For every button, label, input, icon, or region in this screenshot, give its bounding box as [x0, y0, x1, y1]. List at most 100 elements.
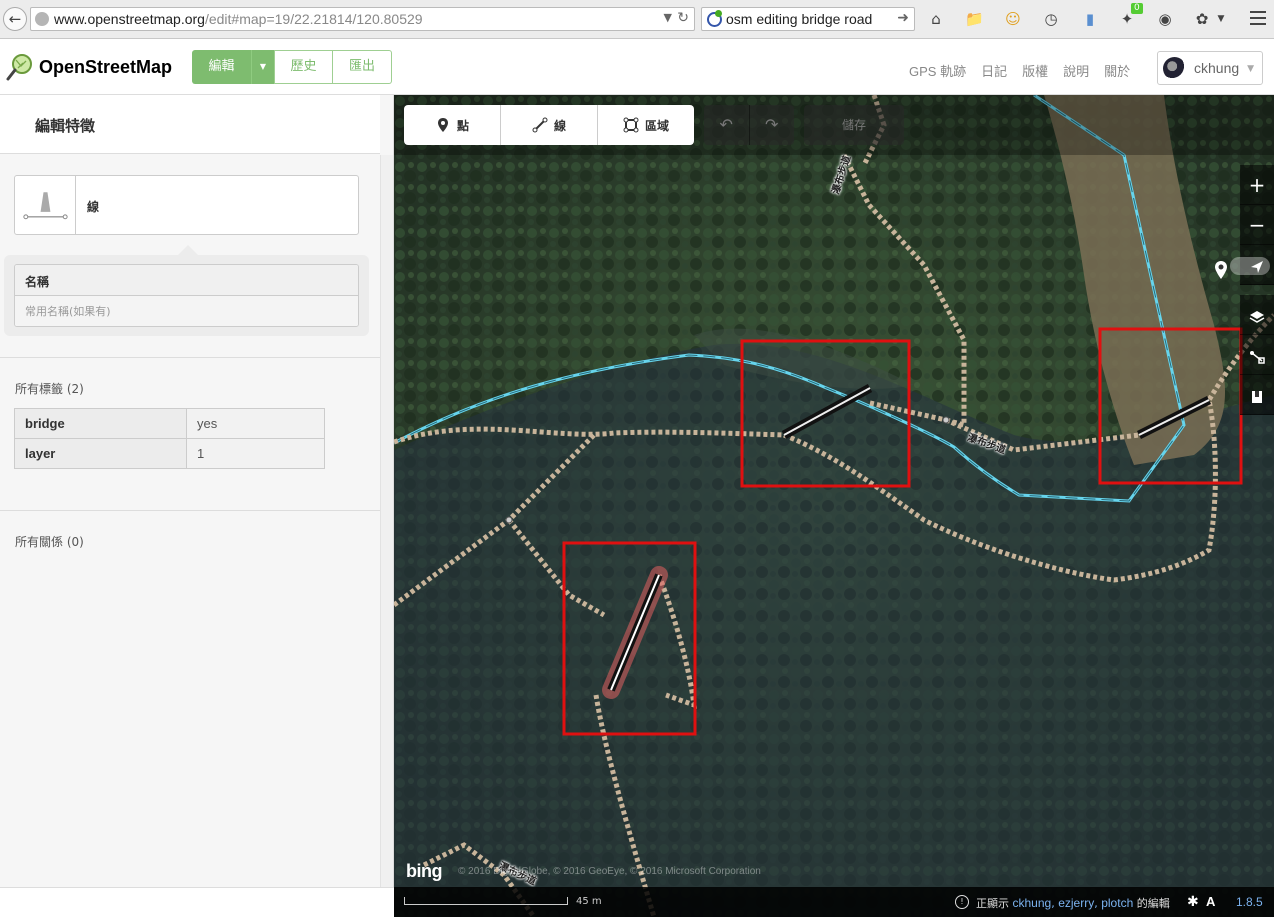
map-data-icon[interactable] — [1240, 335, 1274, 375]
add-point-button[interactable]: 點 — [404, 105, 501, 145]
edit-button[interactable]: 編輯 — [192, 50, 251, 84]
chevron-down-icon: ▼ — [1247, 64, 1254, 74]
map-footer: 45 m ! 正顯示 ckhung, ezjerry, plotch 的編輯 ✱… — [394, 887, 1274, 917]
scale-bar[interactable] — [404, 897, 568, 905]
nav-diary[interactable]: 日記 — [981, 61, 1007, 80]
location-pin-icon — [1215, 257, 1270, 279]
reader-icon[interactable]: ▮ — [1081, 10, 1099, 28]
all-tags-toggle[interactable]: 所有標籤 (2) — [15, 380, 84, 397]
color-wheel-icon[interactable]: ◉ — [1156, 10, 1174, 28]
imagery-attribution: © 2016 DigitalGlobe, © 2016 GeoEye, © 20… — [458, 866, 761, 877]
editor-link[interactable]: ezjerry — [1058, 896, 1094, 910]
add-area-button[interactable]: 區域 — [598, 105, 694, 145]
extension-dropdown-icon[interactable]: ▼ — [1212, 10, 1230, 28]
sidebar-header: 編輯特徵 — [0, 95, 380, 154]
version-link[interactable]: 1.8.5 — [1236, 895, 1263, 909]
osm-logo-icon[interactable] — [6, 53, 34, 81]
url-text: www.openstreetmap.org/edit#map=19/22.218… — [54, 11, 423, 27]
satellite-map[interactable] — [394, 95, 1274, 917]
name-input[interactable] — [15, 296, 358, 326]
sidebar-scrollbar[interactable] — [380, 155, 393, 887]
nav-help[interactable]: 說明 — [1063, 61, 1089, 80]
editor-top-bar: 點 線 區域 ↶ ↷ 儲存 — [394, 95, 1274, 155]
map-canvas[interactable]: 瀑布步道 瀑布步道 瀑布步道 點 線 區域 ↶ ↷ 儲存 + − bing © … — [394, 95, 1274, 917]
tag-value[interactable]: 1 — [186, 438, 325, 469]
zoom-in-button[interactable]: + — [1240, 165, 1274, 205]
tag-value[interactable]: yes — [186, 408, 325, 439]
bookmarks-folder-icon[interactable]: 📁 — [965, 10, 984, 28]
user-name: ckhung — [1194, 60, 1240, 76]
export-tab[interactable]: 匯出 — [333, 50, 392, 84]
preset-pointer — [178, 245, 198, 255]
sidebar-footer — [0, 887, 394, 917]
add-line-button[interactable]: 線 — [501, 105, 598, 145]
add-point-label: 點 — [456, 118, 469, 133]
add-line-label: 線 — [553, 118, 566, 133]
avatar — [1163, 57, 1186, 80]
point-icon — [437, 118, 448, 132]
vertex[interactable] — [942, 416, 950, 424]
add-mode-buttons: 點 線 區域 — [404, 105, 694, 145]
history-clock-icon[interactable]: ◷ — [1042, 10, 1060, 28]
search-go-icon[interactable]: ➜ — [897, 10, 909, 26]
help-book-icon[interactable] — [1240, 375, 1274, 415]
all-relations-toggle[interactable]: 所有關係 (0) — [15, 533, 84, 550]
search-engine-icon[interactable] — [707, 10, 722, 27]
preset-selector[interactable]: 線 — [14, 175, 359, 235]
nav-links: GPS 軌跡 日記 版權 說明 關於 — [909, 61, 1145, 80]
scale-label: 45 m — [576, 896, 602, 907]
redo-icon[interactable]: ↷ — [750, 105, 795, 145]
search-input[interactable]: osm editing bridge road — [726, 11, 872, 27]
zoom-out-button[interactable]: − — [1240, 205, 1274, 245]
tag-key[interactable]: layer — [14, 438, 187, 469]
map-controls: + − — [1240, 165, 1274, 415]
line-icon — [532, 117, 548, 133]
back-button[interactable]: ← — [3, 7, 27, 31]
history-info-icon[interactable]: ! — [955, 895, 969, 909]
user-menu-button[interactable]: ckhung ▼ — [1157, 51, 1263, 85]
home-icon[interactable]: ⌂ — [927, 10, 945, 28]
tag-key[interactable]: bridge — [14, 408, 187, 439]
reload-icon[interactable]: ↻ — [677, 10, 689, 26]
area-icon — [623, 117, 639, 133]
name-field-section: 名稱 — [4, 255, 369, 336]
preset-name: 線 — [87, 200, 100, 214]
divider — [0, 357, 380, 358]
editors-suffix: 的編輯 — [1136, 897, 1170, 910]
site-title[interactable]: OpenStreetMap — [39, 57, 172, 78]
sidebar-title: 編輯特徵 — [35, 117, 96, 135]
undo-icon[interactable]: ↶ — [704, 105, 750, 145]
add-area-label: 區域 — [644, 118, 669, 133]
emoji-addon-icon[interactable]: ☺ — [1004, 10, 1022, 28]
table-row: layer 1 — [14, 438, 325, 469]
table-row: bridge yes — [14, 408, 325, 439]
search-bar[interactable]: osm editing bridge road ➜ — [701, 7, 915, 31]
tag-table: bridge yes layer 1 — [14, 408, 325, 469]
history-tab[interactable]: 歷史 — [274, 50, 333, 84]
editor-link[interactable]: plotch — [1101, 896, 1133, 910]
hamburger-menu-icon[interactable] — [1250, 11, 1266, 25]
name-label: 名稱 — [15, 265, 358, 296]
extension-icon[interactable]: ✿ — [1193, 10, 1211, 28]
editor-link[interactable]: ckhung — [1013, 896, 1052, 910]
addon-badge: 0 — [1131, 3, 1143, 14]
globe-icon — [35, 12, 49, 26]
edit-dropdown-icon[interactable]: ▼ — [251, 50, 274, 84]
vertex[interactable] — [505, 516, 513, 524]
nav-gps-traces[interactable]: GPS 軌跡 — [909, 61, 966, 80]
nav-copyright[interactable]: 版權 — [1022, 61, 1048, 80]
layers-icon[interactable] — [1240, 295, 1274, 335]
language-icon[interactable]: A — [1206, 894, 1215, 909]
name-field: 名稱 — [14, 264, 359, 327]
save-button[interactable]: 儲存 — [804, 105, 904, 145]
site-header: OpenStreetMap 編輯 ▼ 歷史 匯出 GPS 軌跡 日記 版權 說明… — [0, 39, 1274, 95]
url-bar[interactable]: www.openstreetmap.org/edit#map=19/22.218… — [30, 7, 695, 31]
nav-about[interactable]: 關於 — [1104, 61, 1130, 80]
url-history-dropdown-icon[interactable]: ▼ — [664, 11, 672, 24]
line-preset-icon — [23, 176, 76, 234]
editors-prefix: 正顯示 — [976, 897, 1009, 910]
bug-report-icon[interactable]: ✱ — [1187, 894, 1199, 910]
browser-toolbar: ← www.openstreetmap.org/edit#map=19/22.2… — [0, 0, 1274, 39]
divider — [0, 510, 380, 511]
sidebar: 編輯特徵 線 名稱 所有標籤 (2) bridge yes layer 1 所有… — [0, 95, 394, 917]
